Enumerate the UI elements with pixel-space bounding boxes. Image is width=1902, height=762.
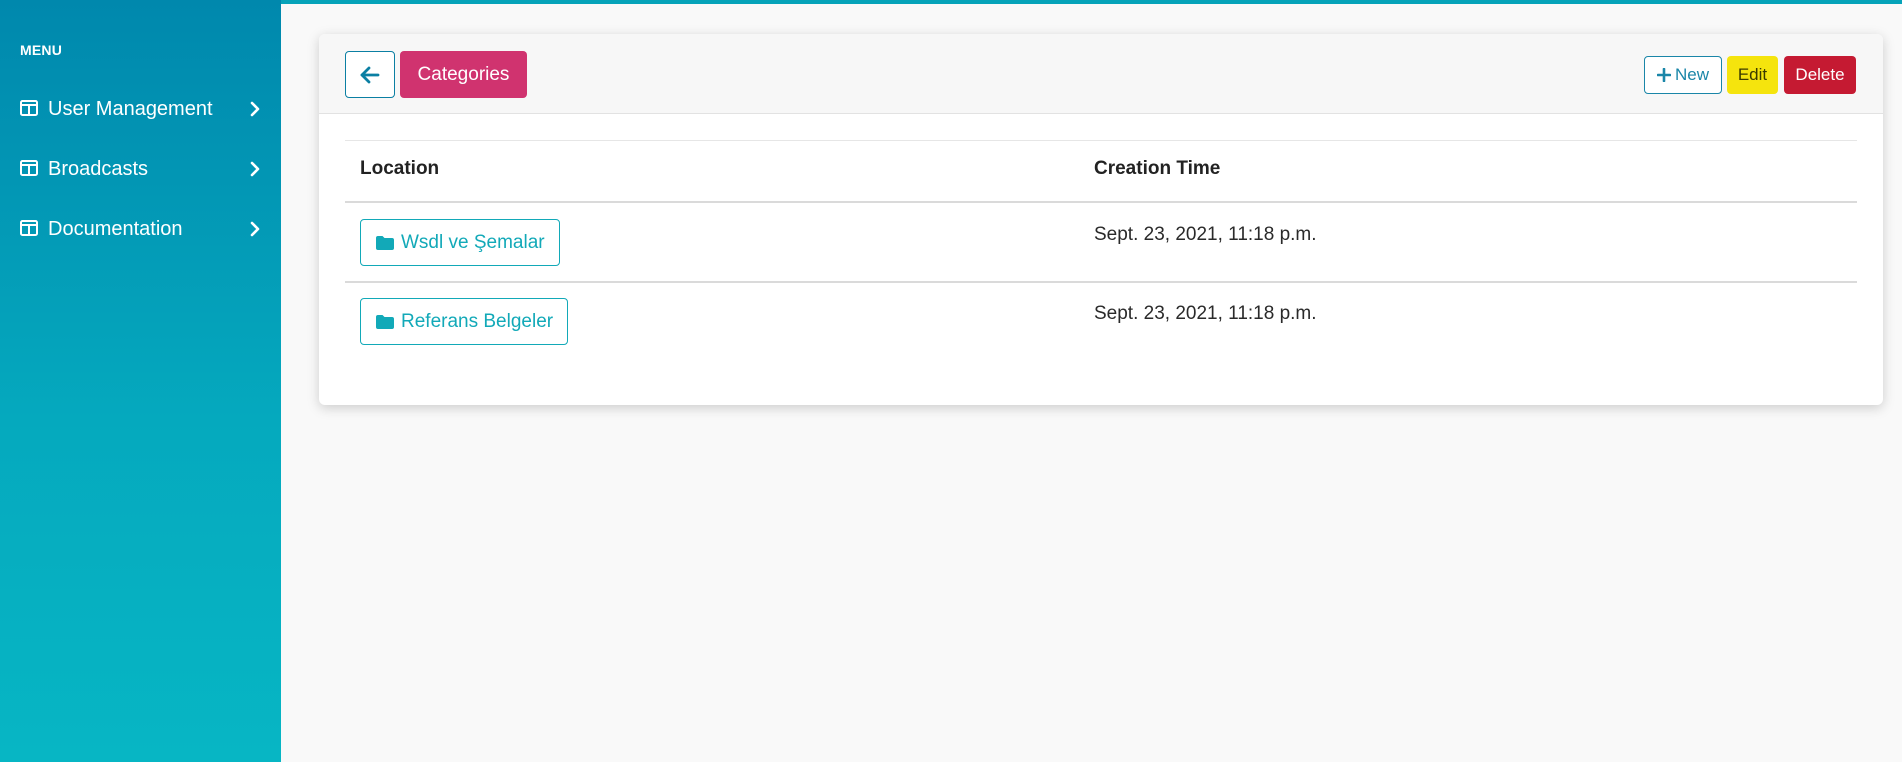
sidebar-item-user-management[interactable]: User Management [0,89,281,129]
top-accent-bar [281,0,1902,4]
card-header: Categories New Edit Delete [319,34,1883,114]
folder-link-referans[interactable]: Referans Belgeler [360,298,569,345]
sidebar: MENU User Management Broadcasts Document… [0,0,281,762]
sidebar-item-documentation[interactable]: Documentation [0,209,281,249]
table-columns-icon [20,220,38,236]
creation-time-cell: Sept. 23, 2021, 11:18 p.m. [1094,303,1317,324]
categories-button[interactable]: Categories [400,51,527,98]
table-columns-icon [20,100,38,116]
column-header-location: Location [360,158,440,179]
column-header-creation-time: Creation Time [1094,158,1221,179]
new-button-label: New [1674,65,1709,84]
folder-icon [376,314,394,329]
plus-icon [1656,68,1671,82]
chevron-right-icon [250,101,260,117]
sidebar-item-label: Documentation [48,218,183,240]
folder-link-label: Wsdl ve Şemalar [401,231,545,253]
creation-time-cell: Sept. 23, 2021, 11:18 p.m. [1094,224,1317,245]
sidebar-item-label: User Management [48,98,213,120]
table-top-border [345,140,1857,141]
delete-button[interactable]: Delete [1784,56,1856,94]
row-divider [345,281,1857,283]
sidebar-item-label: Broadcasts [48,158,149,180]
table-columns-icon [20,160,38,176]
arrow-left-icon [360,66,380,83]
folder-link-label: Referans Belgeler [401,310,554,332]
menu-heading: MENU [20,42,63,58]
edit-button[interactable]: Edit [1727,56,1778,94]
categories-card: Categories New Edit Delete Location Crea… [319,34,1883,405]
chevron-right-icon [250,161,260,177]
chevron-right-icon [250,221,260,237]
folder-icon [376,235,394,250]
back-button[interactable] [345,51,395,98]
folder-link-wsdl[interactable]: Wsdl ve Şemalar [360,219,560,266]
app: MENU User Management Broadcasts Document… [0,0,1902,762]
header-divider [345,201,1857,203]
sidebar-item-broadcasts[interactable]: Broadcasts [0,149,281,189]
new-button[interactable]: New [1644,56,1722,94]
